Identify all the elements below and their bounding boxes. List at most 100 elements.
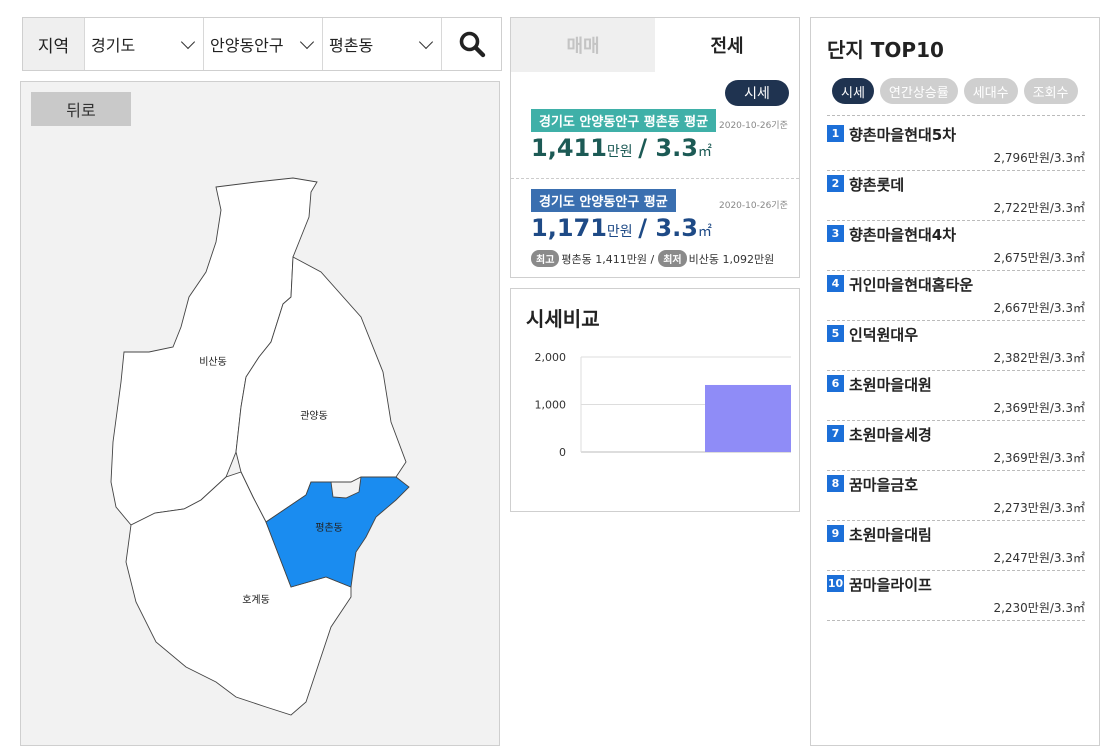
map-label-pyeongchon: 평촌동 (315, 522, 343, 534)
complex-price: 2,796만원/3.3㎡ (993, 151, 1085, 165)
rank-badge: 7 (827, 425, 844, 442)
complex-price: 2,273만원/3.3㎡ (993, 501, 1085, 515)
map-label-hogye: 호계동 (242, 594, 270, 606)
region-label: 지역 (23, 18, 85, 70)
trade-type-tabs: 매매 전세 (511, 18, 799, 72)
list-item[interactable]: 3 향촌마을현대4차 2,675만원/3.3㎡ (827, 221, 1085, 271)
rank-badge: 10 (827, 575, 844, 592)
district-price: 1,171 (531, 214, 607, 242)
complex-name: 향촌롯데 (849, 176, 905, 194)
district-average-title: 경기도 안양동안구 평균 (531, 189, 676, 212)
complex-name: 꿈마을금호 (849, 476, 919, 494)
complex-name: 귀인마을현대홈타운 (849, 276, 974, 294)
rank-badge: 8 (827, 475, 844, 492)
list-item[interactable]: 8 꿈마을금호 2,273만원/3.3㎡ (827, 471, 1085, 521)
district-average: 경기도 안양동안구 평균 2020-10-26기준 1,171만원 / 3.3㎡ (531, 189, 788, 242)
district-value: 안양동안구 (210, 36, 284, 55)
min-max-summary: 최고 평촌동 1,411만원 / 최저 비산동 1,092만원 (531, 250, 774, 267)
list-item[interactable]: 2 향촌롯데 2,722만원/3.3㎡ (827, 171, 1085, 221)
complex-name: 초원마을대림 (849, 526, 932, 544)
complex-price: 2,247만원/3.3㎡ (993, 551, 1085, 565)
list-item[interactable]: 4 귀인마을현대홈타운 2,667만원/3.3㎡ (827, 271, 1085, 321)
min-badge: 최저 (658, 250, 687, 267)
dong-average-value: 1,411만원 / 3.3㎡ (531, 134, 716, 162)
district-area-unit: ㎡ (697, 224, 712, 240)
map-panel: 비산동 관양동 평촌동 호계동 뒤로 (20, 81, 500, 746)
map-label-gwanyang: 관양동 (300, 410, 328, 422)
rank-badge: 4 (827, 275, 844, 292)
province-select[interactable]: 경기도 (85, 18, 204, 70)
sise-button[interactable]: 시세 (725, 80, 789, 106)
dong-average-date: 2020-10-26기준 (719, 121, 788, 131)
complex-name: 꿈마을라이프 (849, 576, 932, 594)
complex-price: 2,382만원/3.3㎡ (993, 351, 1085, 365)
dong-value: 평촌동 (329, 36, 374, 55)
list-item[interactable]: 7 초원마을세경 2,369만원/3.3㎡ (827, 421, 1085, 471)
rank-badge: 5 (827, 325, 844, 342)
top10-filters: 시세 연간상승률 세대수 조회수 (832, 78, 1078, 104)
complex-name: 향촌마을현대4차 (849, 226, 957, 244)
list-item[interactable]: 1 향촌마을현대5차 2,796만원/3.3㎡ (827, 121, 1085, 171)
list-item[interactable]: 10 꿈마을라이프 2,230만원/3.3㎡ (827, 571, 1085, 621)
complex-price: 2,369만원/3.3㎡ (993, 401, 1085, 415)
complex-price: 2,667만원/3.3㎡ (993, 301, 1085, 315)
top10-title: 단지 TOP10 (827, 38, 944, 62)
top10-list: 1 향촌마을현대5차 2,796만원/3.3㎡ 2 향촌롯데 2,722만원/3… (827, 121, 1085, 621)
divider (511, 178, 799, 179)
price-panel: 매매 전세 시세 경기도 안양동안구 평촌동 평균 2020-10-26기준 1… (510, 17, 800, 278)
dong-average-title: 경기도 안양동안구 평촌동 평균 (531, 109, 717, 132)
complex-name: 인덕원대우 (849, 326, 919, 344)
max-badge: 최고 (531, 250, 560, 267)
complex-price: 2,675만원/3.3㎡ (993, 251, 1085, 265)
chart-bar (705, 384, 791, 452)
district-average-date: 2020-10-26기준 (719, 201, 788, 211)
dong-area-unit: ㎡ (697, 144, 712, 160)
complex-name: 초원마을대원 (849, 376, 932, 394)
min-text: 비산동 1,092만원 (688, 252, 775, 266)
rank-badge: 9 (827, 525, 844, 542)
list-item[interactable]: 5 인덕원대우 2,382만원/3.3㎡ (827, 321, 1085, 371)
filter-annual-rise[interactable]: 연간상승률 (879, 78, 958, 104)
rank-badge: 3 (827, 225, 844, 242)
complex-price: 2,230만원/3.3㎡ (993, 601, 1085, 615)
list-item[interactable]: 9 초원마을대림 2,247만원/3.3㎡ (827, 521, 1085, 571)
dong-average: 경기도 안양동안구 평촌동 평균 2020-10-26기준 1,411만원 / … (531, 109, 788, 162)
district-select[interactable]: 안양동안구 (204, 18, 323, 70)
district-price-unit: 만원 (606, 224, 633, 240)
chevron-down-icon (299, 34, 315, 49)
back-button[interactable]: 뒤로 (31, 92, 131, 126)
filter-households[interactable]: 세대수 (963, 78, 1018, 104)
y-tick-label: 1,000 (535, 399, 567, 412)
search-icon (459, 31, 485, 58)
dong-select[interactable]: 평촌동 (323, 18, 442, 70)
chevron-down-icon (180, 34, 196, 49)
y-tick-label: 2,000 (535, 351, 567, 364)
district-average-value: 1,171만원 / 3.3㎡ (531, 214, 712, 242)
complex-price: 2,369만원/3.3㎡ (993, 451, 1085, 465)
rank-badge: 1 (827, 125, 844, 142)
region-search-bar: 지역 경기도 안양동안구 평촌동 (22, 17, 502, 71)
compare-chart: 2,000 1,000 0 (535, 351, 791, 459)
filter-price[interactable]: 시세 (832, 78, 874, 104)
dong-price: 1,411 (531, 134, 607, 162)
search-button[interactable] (442, 18, 501, 70)
complex-name: 향촌마을현대5차 (849, 126, 957, 144)
dong-area: / 3.3 (638, 134, 698, 162)
district-map: 비산동 관양동 평촌동 호계동 (110, 177, 410, 716)
filter-views[interactable]: 조회수 (1023, 78, 1078, 104)
complex-name: 초원마을세경 (849, 426, 932, 444)
list-item[interactable]: 6 초원마을대원 2,369만원/3.3㎡ (827, 371, 1085, 421)
chevron-down-icon (418, 34, 434, 49)
province-value: 경기도 (91, 36, 136, 55)
rank-badge: 2 (827, 175, 844, 192)
complex-price: 2,722만원/3.3㎡ (993, 201, 1085, 215)
rank-badge: 6 (827, 375, 844, 392)
district-area: / 3.3 (638, 214, 698, 242)
max-text: 평촌동 1,411만원 / (561, 252, 655, 266)
y-tick-label: 0 (559, 446, 566, 459)
divider (827, 115, 1085, 116)
map-label-bisan: 비산동 (199, 356, 227, 368)
tab-sale[interactable]: 매매 (511, 18, 655, 72)
top10-panel: 단지 TOP10 시세 연간상승률 세대수 조회수 1 향촌마을현대5차 2,7… (810, 17, 1100, 746)
tab-jeonse[interactable]: 전세 (655, 18, 799, 72)
